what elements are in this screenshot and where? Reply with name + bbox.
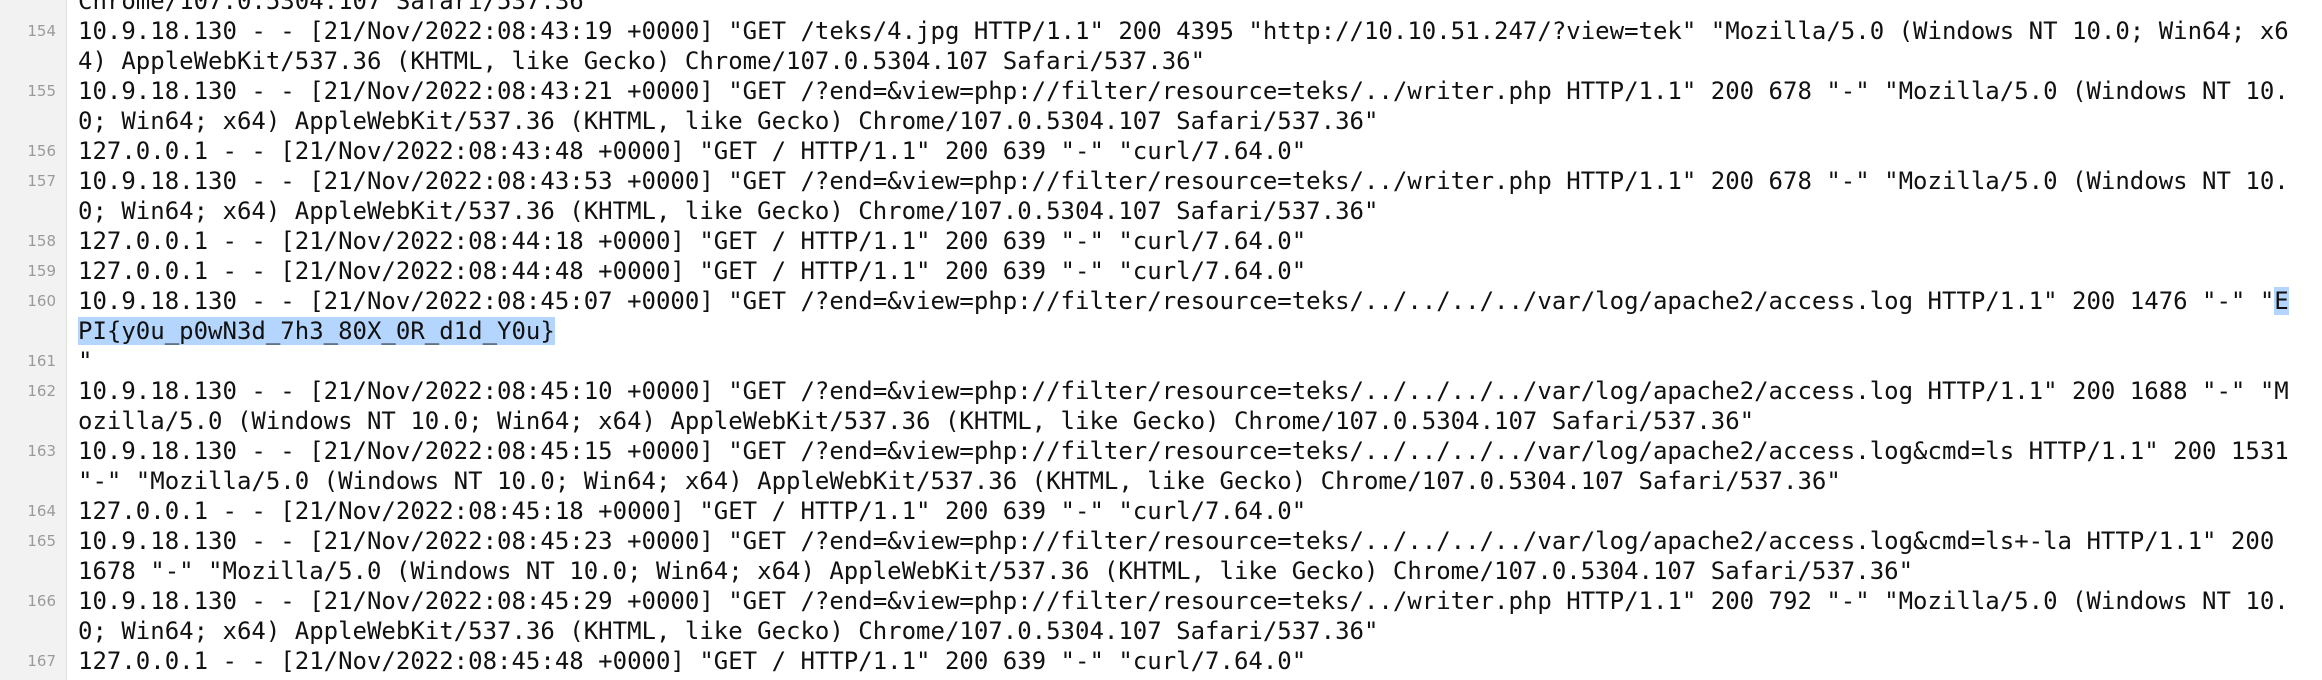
line-number: 155 [27,82,56,100]
log-line[interactable]: 161 " [0,346,2322,376]
log-text-segment: 127.0.0.1 - - [21/Nov/2022:08:44:48 +000… [78,257,1307,285]
log-line[interactable]: 157 10.9.18.130 - - [21/Nov/2022:08:43:53… [0,166,2322,226]
log-line[interactable]: 160 10.9.18.130 - - [21/Nov/2022:08:45:07… [0,286,2322,346]
log-line[interactable]: 156 127.0.0.1 - - [21/Nov/2022:08:43:48 +… [0,136,2322,166]
log-text-segment: 127.0.0.1 - - [21/Nov/2022:08:44:18 +000… [78,227,1307,255]
log-text-segment: 10.9.18.130 - - [21/Nov/2022:08:43:21 +0… [78,77,2289,135]
log-text-segment: 127.0.0.1 - - [21/Nov/2022:08:45:18 +000… [78,497,1307,525]
line-number: 160 [27,292,56,310]
log-text-segment: 10.9.18.130 - - [21/Nov/2022:08:43:53 +0… [78,167,2289,225]
line-number: 163 [27,442,56,460]
log-line-text[interactable]: 10.9.18.130 - - [21/Nov/2022:08:45:15 +0… [78,436,2303,496]
line-number: 159 [27,262,56,280]
log-line[interactable]: 164 127.0.0.1 - - [21/Nov/2022:08:45:18 +… [0,496,2322,526]
log-line-text[interactable]: 10.9.18.130 - - [21/Nov/2022:08:45:10 +0… [78,376,2303,436]
log-lines[interactable]: Chrome/107.0.5304.107 Safari/537.36" 154 1… [0,0,2322,676]
log-viewer[interactable]: Chrome/107.0.5304.107 Safari/537.36" 154 1… [0,0,2322,680]
line-number: 166 [27,592,56,610]
log-line[interactable]: 166 10.9.18.130 - - [21/Nov/2022:08:45:29… [0,586,2322,646]
log-line[interactable]: 158 127.0.0.1 - - [21/Nov/2022:08:44:18 +… [0,226,2322,256]
log-line-text[interactable]: 127.0.0.1 - - [21/Nov/2022:08:44:48 +000… [78,256,2303,286]
log-text-segment: 10.9.18.130 - - [21/Nov/2022:08:43:19 +0… [78,17,2289,75]
log-line-text[interactable]: 10.9.18.130 - - [21/Nov/2022:08:43:21 +0… [78,76,2303,136]
log-line[interactable]: 154 10.9.18.130 - - [21/Nov/2022:08:43:19… [0,16,2322,76]
line-number: 161 [27,352,56,370]
log-line-text[interactable]: 127.0.0.1 - - [21/Nov/2022:08:43:48 +000… [78,136,2303,166]
log-text-segment: 10.9.18.130 - - [21/Nov/2022:08:45:07 +0… [78,287,2275,315]
log-line[interactable]: 165 10.9.18.130 - - [21/Nov/2022:08:45:23… [0,526,2322,586]
log-line-text[interactable]: Chrome/107.0.5304.107 Safari/537.36" [78,0,2303,16]
log-text-segment: 127.0.0.1 - - [21/Nov/2022:08:43:48 +000… [78,137,1307,165]
line-number: 154 [27,22,56,40]
log-text-segment: " [78,347,93,375]
line-number: 156 [27,142,56,160]
log-text-segment: 10.9.18.130 - - [21/Nov/2022:08:45:29 +0… [78,587,2289,645]
line-number: 164 [27,502,56,520]
log-text-segment: 10.9.18.130 - - [21/Nov/2022:08:45:23 +0… [78,527,2289,585]
log-line[interactable]: 159 127.0.0.1 - - [21/Nov/2022:08:44:48 +… [0,256,2322,286]
log-text-segment: 10.9.18.130 - - [21/Nov/2022:08:45:10 +0… [78,377,2289,435]
log-text-segment: Chrome/107.0.5304.107 Safari/537.36" [78,0,599,15]
log-line[interactable]: 163 10.9.18.130 - - [21/Nov/2022:08:45:15… [0,436,2322,496]
log-line-text[interactable]: 10.9.18.130 - - [21/Nov/2022:08:45:07 +0… [78,286,2303,346]
line-number: 167 [27,652,56,670]
log-line-text[interactable]: 10.9.18.130 - - [21/Nov/2022:08:43:19 +0… [78,16,2303,76]
line-number: 158 [27,232,56,250]
log-line[interactable]: Chrome/107.0.5304.107 Safari/537.36" [0,0,2322,16]
log-line[interactable]: 155 10.9.18.130 - - [21/Nov/2022:08:43:21… [0,76,2322,136]
log-line-text[interactable]: 127.0.0.1 - - [21/Nov/2022:08:45:18 +000… [78,496,2303,526]
log-line-text[interactable]: 10.9.18.130 - - [21/Nov/2022:08:45:23 +0… [78,526,2303,586]
log-line[interactable]: 167 127.0.0.1 - - [21/Nov/2022:08:45:48 +… [0,646,2322,676]
line-number: 157 [27,172,56,190]
log-line-text[interactable]: 127.0.0.1 - - [21/Nov/2022:08:45:48 +000… [78,646,2303,676]
line-number: 162 [27,382,56,400]
log-text-segment: 127.0.0.1 - - [21/Nov/2022:08:45:48 +000… [78,647,1307,675]
log-line-text[interactable]: 10.9.18.130 - - [21/Nov/2022:08:43:53 +0… [78,166,2303,226]
log-line-text[interactable]: " [78,346,2303,376]
log-line[interactable]: 162 10.9.18.130 - - [21/Nov/2022:08:45:10… [0,376,2322,436]
log-line-text[interactable]: 127.0.0.1 - - [21/Nov/2022:08:44:18 +000… [78,226,2303,256]
line-number: 165 [27,532,56,550]
log-text-segment: 10.9.18.130 - - [21/Nov/2022:08:45:15 +0… [78,437,2304,495]
log-line-text[interactable]: 10.9.18.130 - - [21/Nov/2022:08:45:29 +0… [78,586,2303,646]
